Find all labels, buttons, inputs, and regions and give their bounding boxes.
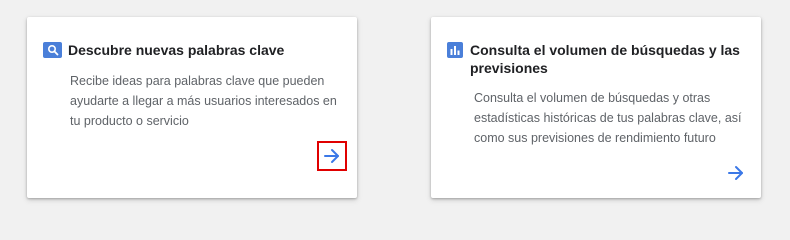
arrow-right-icon <box>728 166 743 180</box>
bar-chart-icon <box>447 42 463 58</box>
discover-keywords-card[interactable]: Descubre nuevas palabras clave Recibe id… <box>27 17 357 198</box>
card-description: Recibe ideas para palabras clave que pue… <box>70 74 337 128</box>
card-header: Consulta el volumen de búsquedas y las p… <box>447 41 745 77</box>
card-title: Descubre nuevas palabras clave <box>68 42 285 58</box>
discover-keywords-arrow-button[interactable] <box>317 141 347 171</box>
card-header: Descubre nuevas palabras clave <box>43 41 341 59</box>
card-description: Consulta el volumen de búsquedas y otras… <box>474 91 742 145</box>
arrow-right-icon <box>324 149 339 163</box>
search-volume-forecast-card[interactable]: Consulta el volumen de búsquedas y las p… <box>431 17 761 198</box>
card-title: Consulta el volumen de búsquedas y las p… <box>470 42 740 76</box>
search-icon <box>43 42 62 58</box>
search-volume-arrow-button[interactable] <box>723 160 749 186</box>
